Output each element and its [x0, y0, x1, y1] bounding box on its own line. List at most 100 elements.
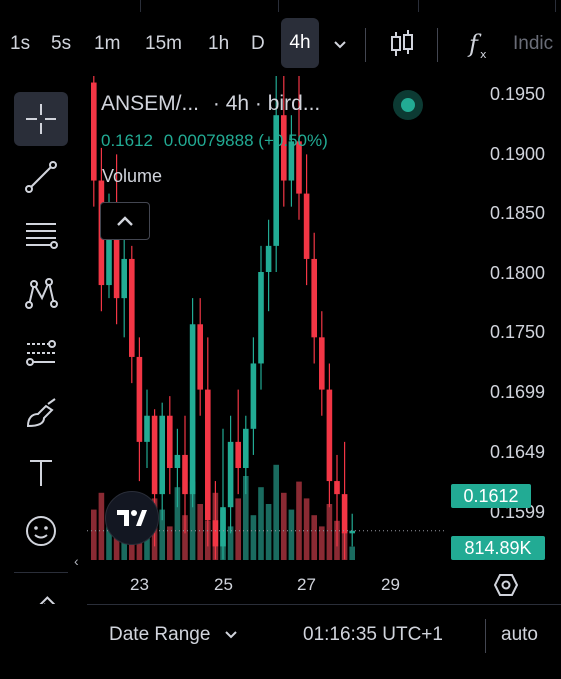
- candles-icon: [391, 30, 413, 56]
- legend-volume-label[interactable]: Volume: [102, 166, 162, 187]
- trendline-tool-button[interactable]: [14, 150, 68, 204]
- interval-1m[interactable]: 1m: [94, 12, 120, 76]
- toolbar-collapse-icon[interactable]: ‹: [74, 553, 79, 569]
- candle-body: [349, 530, 355, 534]
- projection-icon: [26, 340, 56, 366]
- candle-body: [136, 356, 143, 442]
- date-range-label: Date Range: [109, 624, 211, 645]
- smiley-icon: [26, 516, 56, 546]
- crosshair-tool-button[interactable]: [14, 92, 68, 146]
- interval-d[interactable]: D: [251, 12, 265, 76]
- chart-type-button[interactable]: [389, 12, 415, 76]
- candle-body: [311, 258, 317, 338]
- interval-toolbar: 1s 5s 1m 15m 1h D 4h f x Indic: [0, 12, 561, 76]
- auto-scale-button[interactable]: auto: [501, 624, 538, 646]
- candle-body: [258, 272, 264, 364]
- legend-change-pct: (+0.50%): [258, 131, 328, 150]
- candle-body: [167, 415, 173, 468]
- time-scale[interactable]: 23 25 27 29: [87, 566, 561, 604]
- settings-hexagon-icon: [493, 574, 519, 596]
- price-label: 0.1900: [489, 144, 545, 164]
- timezone-clock[interactable]: 01:16:35 UTC+1: [303, 624, 443, 646]
- svg-text:x: x: [480, 48, 487, 61]
- legend-prices: 0.1612 0.00079888 (+0.50%): [101, 131, 328, 151]
- interval-5s[interactable]: 5s: [51, 12, 71, 76]
- last-price-tag: 0.1612: [451, 484, 531, 508]
- chevron-down-icon: [334, 41, 346, 49]
- interval-4h-active[interactable]: 4h: [281, 18, 319, 68]
- candle-body: [243, 428, 249, 468]
- price-label: 0.1750: [489, 322, 545, 342]
- pattern-tool-button[interactable]: [14, 266, 68, 320]
- price-label: 0.1649: [489, 442, 545, 462]
- interval-1h[interactable]: 1h: [208, 12, 229, 76]
- candle-body: [205, 389, 211, 521]
- brush-tool-button[interactable]: [14, 386, 68, 440]
- symbol-name: ANSEM/...: [101, 92, 200, 115]
- volume-bar: [349, 546, 355, 560]
- trendline-icon: [25, 161, 57, 193]
- bottom-bar-border: [87, 604, 561, 605]
- volume-bar: [258, 487, 264, 560]
- brush-icon: [26, 398, 56, 428]
- tradingview-logo[interactable]: [105, 491, 159, 545]
- volume-bar: [265, 504, 272, 560]
- interval-1s[interactable]: 1s: [10, 12, 30, 76]
- volume-bar: [303, 498, 310, 560]
- candle-body: [151, 415, 158, 495]
- volume-bar: [235, 498, 241, 560]
- candle-body: [235, 441, 241, 468]
- volume-bar: [326, 504, 333, 560]
- emoji-tool-button[interactable]: [14, 504, 68, 558]
- pattern-icon: [25, 278, 58, 309]
- volume-bar: [167, 526, 173, 560]
- candle-body: [227, 441, 234, 508]
- interval-15m[interactable]: 15m: [145, 12, 182, 76]
- legend-title[interactable]: ANSEM/... · 4h · bird...: [101, 92, 320, 116]
- interval-4h-label: 4h: [289, 32, 311, 53]
- volume-bar: [98, 492, 105, 560]
- top-edge: [0, 0, 561, 12]
- candle-body: [212, 520, 219, 547]
- legend-source: bird...: [267, 92, 321, 115]
- candle-body: [220, 507, 226, 547]
- date-range-button[interactable]: Date Range: [109, 624, 238, 646]
- interval-dropdown-button[interactable]: [333, 12, 347, 76]
- candle-body: [197, 324, 203, 390]
- volume-tag: 814.89K: [451, 536, 545, 560]
- candle-body: [174, 454, 181, 468]
- volume-bar: [197, 504, 203, 560]
- candle-body: [303, 193, 310, 259]
- candle-body: [189, 324, 196, 495]
- chart-settings-button[interactable]: [493, 574, 519, 601]
- indicators-label[interactable]: Indic: [513, 12, 553, 76]
- legend-last-price: 0.1612: [101, 131, 153, 150]
- candle-body: [334, 481, 340, 495]
- time-label: 25: [214, 575, 233, 594]
- candle-body: [121, 258, 127, 299]
- chevron-down-icon: [224, 631, 237, 639]
- candle-body: [144, 415, 150, 442]
- candle-body: [265, 245, 272, 272]
- chevron-up-icon: [117, 216, 133, 226]
- text-tool-button[interactable]: [14, 446, 68, 500]
- time-label: 29: [381, 575, 400, 594]
- drawing-toolbar: [0, 76, 82, 679]
- price-label: 0.1950: [489, 84, 545, 104]
- volume-bar: [273, 464, 279, 560]
- fib-retracement-icon: [26, 223, 58, 249]
- forecast-tool-button[interactable]: [14, 326, 68, 380]
- price-label: 0.1699: [489, 382, 545, 402]
- market-status-icon[interactable]: [393, 90, 423, 120]
- price-label: 0.1850: [489, 203, 545, 223]
- legend-change: 0.00079888: [163, 131, 254, 150]
- volume-bar: [91, 509, 97, 560]
- fib-tool-button[interactable]: [14, 208, 68, 262]
- candle-body: [182, 454, 188, 495]
- indicators-button[interactable]: f x: [467, 12, 493, 76]
- candle-body: [91, 82, 97, 181]
- bottom-separator: [485, 619, 486, 653]
- volume-bar: [319, 526, 325, 560]
- volume-bar: [311, 515, 317, 560]
- legend-collapse-button[interactable]: [100, 202, 150, 240]
